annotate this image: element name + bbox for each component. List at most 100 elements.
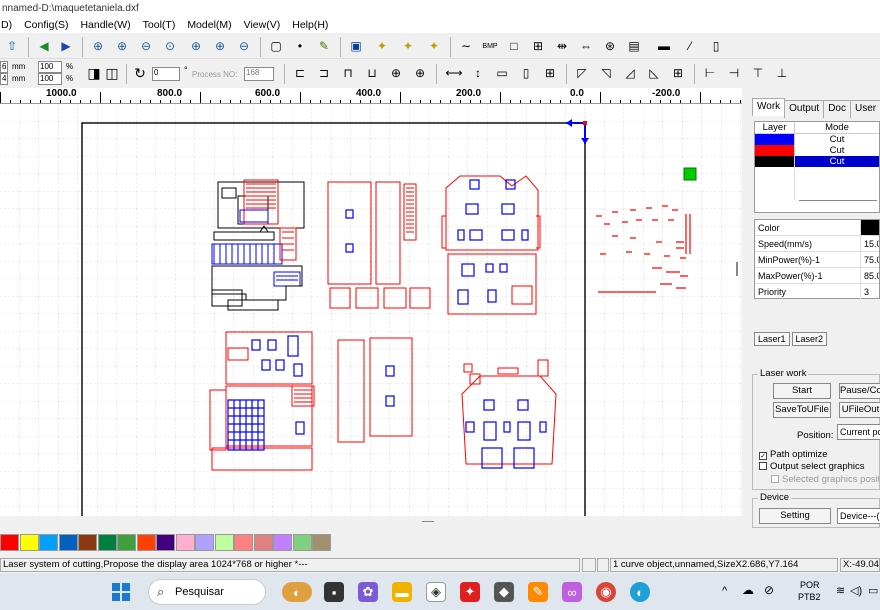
top-left-icon[interactable]: ◸ <box>572 63 592 83</box>
rectangle-icon[interactable]: □ <box>504 36 524 56</box>
tab-user[interactable]: User <box>849 100 880 118</box>
palette-color-swatch[interactable] <box>234 534 253 551</box>
select-rect-icon[interactable]: ▢ <box>266 36 286 56</box>
layer-row[interactable]: Cut <box>755 134 879 145</box>
selected-position-checkbox[interactable]: Selected graphics position <box>771 474 879 485</box>
palette-color-swatch[interactable] <box>58 534 78 551</box>
bottom-right-icon[interactable]: ◿ <box>620 63 640 83</box>
windows-start-icon[interactable] <box>112 583 130 601</box>
wifi-icon[interactable]: ≋ <box>836 584 845 597</box>
tab-laser2[interactable]: Laser2 <box>791 332 828 346</box>
align-icon[interactable]: ⊞ <box>528 36 548 56</box>
param-priority-value[interactable]: 3 <box>861 284 879 300</box>
laser-app-icon[interactable]: ✦ <box>460 582 480 602</box>
ruler-tool-icon[interactable]: ▯ <box>706 36 726 56</box>
layer-row[interactable]: Cut <box>755 145 879 156</box>
top-right-icon[interactable]: ◹ <box>596 63 616 83</box>
lock-ratio-icon[interactable]: ◨ <box>84 63 104 83</box>
ufile-out-button[interactable]: UFileOut <box>839 402 880 418</box>
node-edit-icon[interactable]: • <box>290 36 310 56</box>
scale-x-field[interactable]: 100 <box>38 61 62 73</box>
zoom-in-icon[interactable]: ⊕ <box>112 36 132 56</box>
redo-icon[interactable]: ▶ <box>56 36 76 56</box>
copilot-icon[interactable]: ✿ <box>358 582 378 602</box>
keyboard-layout[interactable]: PTB2 <box>798 592 821 602</box>
bottom-left-icon[interactable]: ◺ <box>644 63 664 83</box>
palette-color-swatch[interactable] <box>175 534 195 551</box>
palette-color-swatch[interactable] <box>0 534 19 551</box>
task-view-icon[interactable]: ▪ <box>324 582 344 602</box>
layer-scrollbar[interactable] <box>799 200 877 201</box>
scroll-grip[interactable] <box>422 521 434 522</box>
bitmap-icon[interactable]: BMP <box>480 36 500 56</box>
save-to-ufile-button[interactable]: SaveToUFile <box>773 402 831 418</box>
array-icon[interactable]: ⊛ <box>600 36 620 56</box>
device-select[interactable]: Device---(U <box>837 508 880 524</box>
distribute-icon[interactable]: ⇹ <box>552 36 572 56</box>
zoom-all-icon[interactable]: ⊕ <box>186 36 206 56</box>
zoom-page-icon[interactable]: ⊖ <box>234 36 254 56</box>
menu-help[interactable]: Help(H) <box>291 17 329 33</box>
monitor-icon[interactable]: ▣ <box>346 36 366 56</box>
move-down-icon[interactable]: ⊥ <box>772 63 792 83</box>
layout-icon[interactable]: ✦ <box>424 36 444 56</box>
frame-icon[interactable]: ▤ <box>624 36 644 56</box>
center-v-icon[interactable]: ⊕ <box>410 63 430 83</box>
palette-color-swatch[interactable] <box>78 534 97 551</box>
zoom-out-icon[interactable]: ⊖ <box>136 36 156 56</box>
menu-handle[interactable]: Handle(W) <box>79 17 131 33</box>
palette-color-swatch[interactable] <box>136 534 156 551</box>
grid-icon[interactable]: ⊞ <box>540 63 560 83</box>
draw-pen-icon[interactable]: ✎ <box>314 36 334 56</box>
palette-color-swatch[interactable] <box>117 534 136 551</box>
param-speed-value[interactable]: 15.0 <box>861 236 879 251</box>
taskbar-search[interactable]: ⌕ Pesquisar <box>148 579 266 605</box>
battery-icon[interactable]: ▭ <box>868 584 878 597</box>
mirror-icon[interactable]: ⇔ <box>576 36 596 56</box>
center-icon[interactable]: ⊞ <box>668 63 688 83</box>
palette-color-swatch[interactable] <box>273 534 292 551</box>
horizontal-scrollbar[interactable] <box>0 516 742 528</box>
zoom-fit-icon[interactable]: ⊙ <box>160 36 180 56</box>
setting-button[interactable]: Setting <box>759 508 831 524</box>
wand-icon[interactable]: ⁄ <box>680 36 700 56</box>
language-code[interactable]: POR <box>800 580 820 590</box>
move-left-icon[interactable]: ⊢ <box>700 63 720 83</box>
align-bottom-icon[interactable]: ⊔ <box>362 63 382 83</box>
zoom-select-icon[interactable]: ⊕ <box>210 36 230 56</box>
work-canvas[interactable] <box>0 104 742 516</box>
menu-file[interactable]: D) <box>0 17 13 33</box>
tab-work[interactable]: Work <box>752 98 786 116</box>
menu-view[interactable]: View(V) <box>243 17 282 33</box>
equal-height-icon[interactable]: ↕ <box>468 63 488 83</box>
equal-width-icon[interactable]: ⟷ <box>444 63 464 83</box>
app-icon[interactable]: ◈ <box>426 582 446 602</box>
tab-output[interactable]: Output <box>784 100 825 118</box>
align-right-icon[interactable]: ⊐ <box>314 63 334 83</box>
import-icon[interactable]: ✦ <box>372 36 392 56</box>
h-distribute-icon[interactable]: ▯ <box>516 63 536 83</box>
center-h-icon[interactable]: ⊕ <box>386 63 406 83</box>
menu-model[interactable]: Model(M) <box>186 17 232 33</box>
start-button[interactable]: Start <box>773 383 831 399</box>
param-minpower-value[interactable]: 75.0 <box>861 252 879 267</box>
volume-icon[interactable]: ◁) <box>850 584 862 597</box>
output-select-checkbox[interactable]: Output select graphics <box>759 461 865 472</box>
path-optimize-checkbox[interactable]: ✓ Path optimize <box>759 449 828 460</box>
vertical-splitter[interactable] <box>736 262 738 276</box>
move-right-icon[interactable]: ⊣ <box>724 63 744 83</box>
media-icon[interactable]: ∞ <box>562 582 582 602</box>
menu-config[interactable]: Config(S) <box>23 17 69 33</box>
camera-icon[interactable]: ▬ <box>654 36 674 56</box>
upload-icon[interactable]: ⇧ <box>2 36 22 56</box>
align-left-icon[interactable]: ⊏ <box>290 63 310 83</box>
file-explorer-icon[interactable]: ▬ <box>392 582 412 602</box>
scale-y-field[interactable]: 100 <box>38 73 62 85</box>
position-select[interactable]: Current pos <box>837 424 880 440</box>
param-color-value[interactable] <box>861 220 879 235</box>
zoom-icon[interactable]: ⊕ <box>88 36 108 56</box>
tab-laser1[interactable]: Laser1 <box>754 332 790 346</box>
width-field[interactable]: 6 <box>0 61 8 73</box>
palette-color-swatch[interactable] <box>214 534 234 551</box>
palette-color-swatch[interactable] <box>312 534 331 551</box>
